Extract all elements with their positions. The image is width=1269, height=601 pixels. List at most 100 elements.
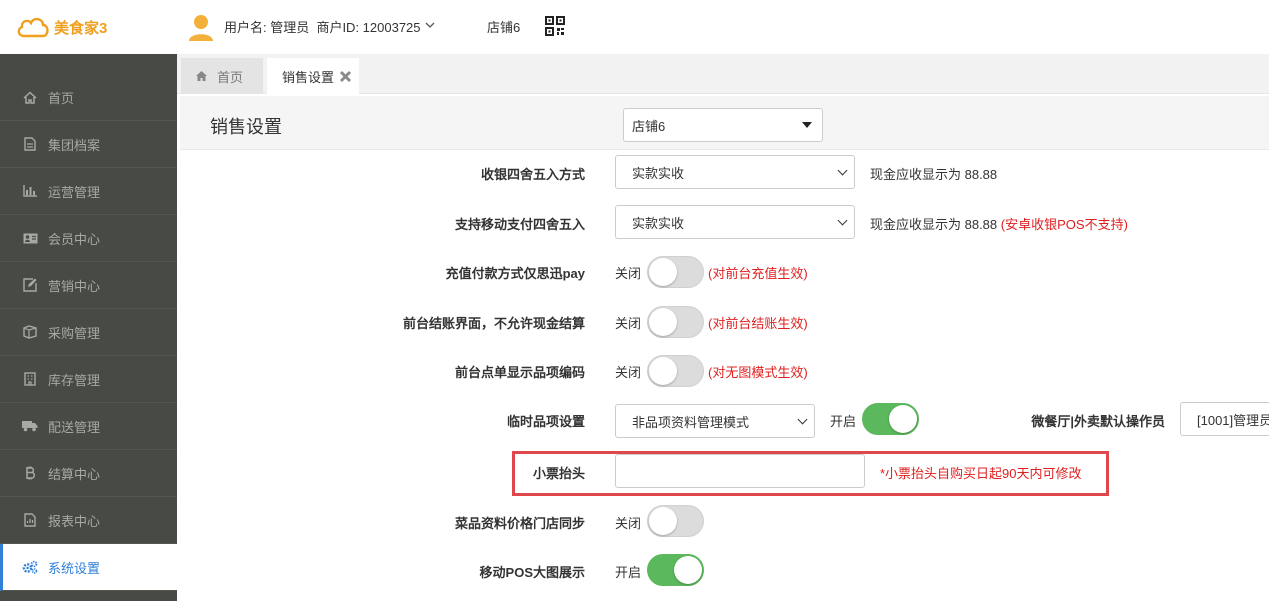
sidebar-item-label: 配送管理: [48, 419, 101, 435]
chevron-down-icon: [837, 165, 848, 176]
recharge-toggle[interactable]: [647, 256, 704, 288]
no-cash-note: (对前台结账生效): [708, 316, 808, 331]
sidebar-item-label: 系统设置: [48, 560, 101, 576]
mobile-rounding-select[interactable]: 实款实收: [615, 205, 855, 239]
page-title: 销售设置: [210, 117, 282, 137]
cart-icon: [22, 324, 38, 340]
truck-icon: [22, 418, 38, 434]
pos-large-toggle[interactable]: [647, 554, 704, 586]
operator-select[interactable]: [1001]管理员: [1180, 402, 1269, 436]
store-select[interactable]: 店铺6: [623, 108, 823, 142]
mobile-rounding-select-value: 实款实收: [632, 215, 685, 231]
sidebar-item-label: 采购管理: [48, 325, 101, 341]
tab-sales-settings[interactable]: 销售设置: [267, 58, 359, 94]
receipt-header-label: 小票抬头: [532, 466, 585, 481]
toggle-knob: [649, 357, 677, 385]
sidebar-item-group-archive[interactable]: 集团档案: [0, 121, 177, 168]
no-cash-label: 前台结账界面，不允许现金结算: [402, 316, 585, 331]
file-icon: [22, 136, 38, 152]
sidebar-item-settlement[interactable]: 结算中心: [0, 450, 177, 497]
tab-label: 销售设置: [282, 69, 335, 85]
receipt-header-note: *小票抬头自购买日起90天内可修改: [880, 466, 1082, 481]
recharge-label: 充值付款方式仅思迅pay: [445, 266, 585, 281]
panel-header: 销售设置 店铺6: [180, 96, 1269, 150]
price-sync-state: 关闭: [615, 516, 642, 531]
building-icon: [22, 371, 38, 387]
toggle-knob: [649, 258, 677, 286]
sidebar-item-reports[interactable]: 报表中心: [0, 497, 177, 544]
app-logo[interactable]: 美食家3: [16, 14, 107, 40]
pos-large-label: 移动POS大图展示: [479, 565, 585, 580]
sidebar-item-home[interactable]: 首页: [0, 74, 177, 121]
user-info-text: 用户名: 管理员 商户ID: 12003725: [224, 20, 421, 35]
top-header: 美食家3 用户名: 管理员 商户ID: 12003725 店铺6: [0, 0, 1269, 54]
show-code-note: (对无图模式生效): [708, 365, 808, 380]
sidebar-item-label: 结算中心: [48, 466, 101, 482]
user-avatar-icon: [189, 15, 213, 41]
pos-large-state: 开启: [615, 565, 642, 580]
operator-value: [1001]管理员: [1197, 412, 1269, 428]
sidebar-item-inventory[interactable]: 库存管理: [0, 356, 177, 403]
temp-item-label: 临时品项设置: [506, 414, 585, 429]
logo-text: 美食家3: [54, 19, 108, 37]
sidebar-item-marketing[interactable]: 营销中心: [0, 262, 177, 309]
mobile-rounding-hint-text: 现金应收显示为 88.88: [870, 217, 998, 232]
show-code-label: 前台点单显示品项编码: [454, 365, 585, 380]
qr-code-icon[interactable]: [545, 16, 565, 36]
price-sync-label: 菜品资料价格门店同步: [454, 516, 585, 531]
no-cash-toggle[interactable]: [647, 306, 704, 338]
price-sync-toggle[interactable]: [647, 505, 704, 537]
report-icon: [22, 512, 38, 528]
sidebar-item-label: 会员中心: [48, 231, 101, 247]
sidebar: 首页 集团档案 运营管理 会员中心 营销中心 采购管理 库存管理 配送管理 结算…: [0, 54, 177, 601]
chevron-down-icon: [425, 22, 434, 28]
toggle-knob: [674, 556, 702, 584]
rounding-hint: 现金应收显示为 88.88: [870, 167, 998, 182]
sidebar-item-label: 运营管理: [48, 184, 101, 200]
close-icon[interactable]: [339, 70, 352, 83]
recharge-note: (对前台充值生效): [708, 266, 808, 281]
mobile-rounding-label: 支持移动支付四舍五入: [454, 217, 585, 232]
operator-label: 微餐厅|外卖默认操作员: [1031, 414, 1165, 429]
tab-label: 首页: [217, 69, 244, 85]
sidebar-item-purchasing[interactable]: 采购管理: [0, 309, 177, 356]
cloud-logo-icon: [17, 17, 49, 38]
main-content: 销售设置 店铺6 收银四舍五入方式 实款实收 现金应收显示为 88.88 支持移…: [177, 94, 1269, 601]
temp-item-state: 开启: [830, 414, 857, 429]
toggle-knob: [649, 507, 677, 535]
show-code-state: 关闭: [615, 365, 642, 380]
sidebar-item-delivery[interactable]: 配送管理: [0, 403, 177, 450]
caret-down-icon: [802, 122, 812, 128]
rounding-select[interactable]: 实款实收: [615, 155, 855, 189]
store-select-value: 店铺6: [632, 118, 666, 134]
tab-home[interactable]: 首页: [181, 58, 263, 94]
temp-item-select[interactable]: 非品项资料管理模式: [615, 404, 815, 438]
current-store[interactable]: 店铺6: [487, 17, 520, 36]
chevron-down-icon: [797, 414, 808, 425]
temp-item-select-value: 非品项资料管理模式: [632, 414, 750, 430]
sidebar-item-label: 营销中心: [48, 278, 101, 294]
sidebar-item-operations[interactable]: 运营管理: [0, 168, 177, 215]
receipt-header-input[interactable]: [615, 454, 865, 488]
sidebar-item-label: 库存管理: [48, 372, 101, 388]
rounding-label: 收银四舍五入方式: [480, 167, 585, 182]
bar-chart-icon: [22, 183, 38, 199]
sidebar-item-label: 报表中心: [48, 513, 101, 529]
gears-icon: [22, 559, 38, 575]
sidebar-item-system-settings[interactable]: 系统设置: [0, 544, 177, 591]
no-cash-state: 关闭: [615, 316, 642, 331]
id-card-icon: [22, 230, 38, 246]
chevron-down-icon: [837, 215, 848, 226]
user-info-dropdown[interactable]: 用户名: 管理员 商户ID: 12003725: [224, 17, 436, 36]
edit-icon: [22, 277, 38, 293]
sidebar-item-members[interactable]: 会员中心: [0, 215, 177, 262]
toggle-knob: [649, 308, 677, 336]
sidebar-item-label: 首页: [48, 90, 75, 106]
tab-bar: 首页 销售设置: [177, 54, 1269, 94]
mobile-rounding-note: (安卓收银POS不支持): [1000, 217, 1128, 232]
recharge-state: 关闭: [615, 266, 642, 281]
bitcoin-icon: [22, 465, 38, 481]
home-icon: [196, 71, 207, 81]
rounding-select-value: 实款实收: [632, 165, 685, 181]
show-code-toggle[interactable]: [647, 355, 704, 387]
